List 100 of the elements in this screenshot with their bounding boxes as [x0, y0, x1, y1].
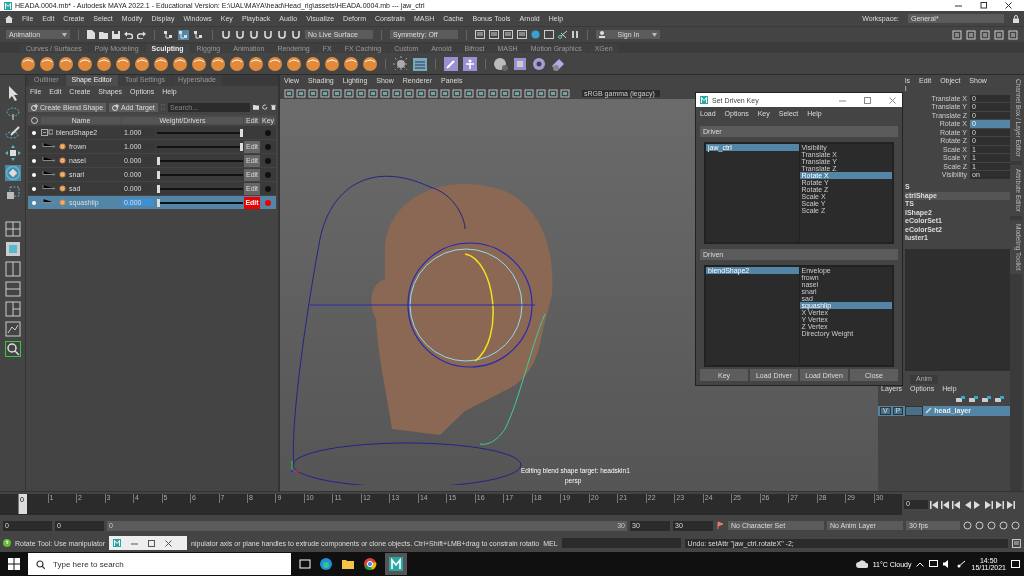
four-pane-icon[interactable] — [4, 221, 21, 237]
maya-logo-icon[interactable] — [385, 553, 407, 575]
weight-slider[interactable] — [157, 173, 243, 176]
save-icon[interactable] — [112, 30, 120, 39]
key-dot[interactable] — [265, 171, 271, 178]
slider-handle[interactable] — [240, 142, 243, 151]
step-back-key-icon[interactable] — [941, 500, 949, 509]
color-swatch[interactable] — [905, 405, 924, 416]
auto-key-icon[interactable] — [716, 521, 725, 530]
task-view-icon[interactable] — [299, 558, 311, 570]
folder-icon[interactable] — [99, 30, 108, 39]
paint-brush-icon[interactable] — [4, 125, 21, 141]
select-component-icon[interactable] — [193, 29, 204, 40]
browser-icon[interactable] — [319, 557, 333, 571]
minimize-icon[interactable] — [955, 2, 962, 9]
chrome-icon[interactable] — [363, 557, 377, 571]
spark-icon[interactable] — [393, 55, 409, 72]
sculpt-brush-icon[interactable] — [134, 55, 150, 72]
go-to-end-icon[interactable] — [1007, 500, 1015, 509]
pencil-icon[interactable] — [925, 407, 933, 414]
sculpt-brush-icon[interactable] — [58, 55, 74, 72]
weight-slider[interactable] — [157, 145, 243, 148]
layer-action-icon[interactable] — [982, 396, 991, 403]
weight-slider[interactable] — [157, 201, 243, 204]
undo-icon[interactable] — [124, 30, 133, 39]
step-forward-key-icon[interactable] — [996, 500, 1004, 509]
taskbar-search-field[interactable]: Type here to search — [28, 553, 291, 575]
layer-action-icon[interactable] — [969, 396, 978, 403]
scissors-icon[interactable] — [558, 30, 567, 39]
folder-icon[interactable] — [341, 557, 355, 571]
sculpt-brush-icon[interactable] — [172, 55, 188, 72]
key-dot[interactable] — [265, 185, 271, 192]
three-pane-icon[interactable] — [4, 301, 21, 317]
sculpt-brush-icon[interactable] — [267, 55, 283, 72]
visibility-dot[interactable] — [32, 130, 36, 135]
render-icon[interactable] — [475, 30, 485, 39]
weight-slider[interactable] — [157, 159, 243, 162]
key-dot[interactable] — [265, 157, 271, 164]
key-dot[interactable] — [265, 129, 271, 136]
sculpt-brush-icon[interactable] — [248, 55, 264, 72]
slider-handle[interactable] — [240, 128, 243, 137]
new-file-icon[interactable] — [87, 30, 95, 39]
pen-window-icon[interactable] — [443, 55, 459, 72]
visibility-dot[interactable] — [32, 144, 36, 149]
play-forward-icon[interactable] — [974, 500, 982, 509]
help-icon[interactable] — [3, 539, 11, 547]
weight-slider[interactable] — [157, 131, 243, 134]
sculpt-brush-icon[interactable] — [362, 55, 378, 72]
slider-handle[interactable] — [157, 170, 160, 179]
visibility-dot[interactable] — [32, 172, 36, 177]
sculpt-brush-icon[interactable] — [343, 55, 359, 72]
slider-handle[interactable] — [157, 156, 160, 165]
maximize-icon[interactable] — [148, 539, 156, 547]
render-icon[interactable] — [489, 30, 499, 39]
go-to-start-icon[interactable] — [930, 500, 938, 509]
render-icon[interactable] — [544, 30, 554, 39]
select-hierarchy-icon[interactable] — [163, 29, 174, 40]
graph-pane-icon[interactable] — [4, 321, 21, 337]
monitor-icon[interactable] — [929, 560, 939, 568]
visibility-dot[interactable] — [32, 186, 36, 191]
play-backward-icon[interactable] — [963, 500, 971, 509]
sculpt-brush-icon[interactable] — [229, 55, 245, 72]
sculpt-brush-icon[interactable] — [115, 55, 131, 72]
folder-add-icon[interactable] — [253, 103, 260, 111]
slider-handle[interactable] — [157, 184, 160, 193]
calendar-icon[interactable] — [412, 55, 428, 72]
sculpt-brush-icon[interactable] — [20, 55, 36, 72]
render-icon[interactable] — [517, 30, 527, 39]
pause-icon[interactable] — [571, 30, 579, 39]
sculpt-brush-icon[interactable] — [153, 55, 169, 72]
script-editor-icon[interactable] — [1012, 538, 1021, 548]
tree-collapse-icon[interactable] — [41, 129, 53, 136]
maya-logo-icon[interactable] — [113, 539, 122, 547]
sculpt-brush-icon[interactable] — [305, 55, 321, 72]
render-icon[interactable] — [503, 30, 513, 39]
close-icon[interactable] — [1005, 2, 1012, 9]
step-back-icon[interactable] — [952, 500, 960, 509]
redo-icon[interactable] — [137, 30, 146, 39]
trash-icon[interactable] — [271, 103, 276, 111]
two-pane-icon[interactable] — [4, 261, 21, 277]
weight-slider[interactable] — [157, 187, 243, 190]
lasso-icon[interactable] — [4, 105, 21, 121]
key-dot[interactable] — [265, 199, 271, 206]
two-pane-icon[interactable] — [4, 281, 21, 297]
maximize-icon[interactable] — [980, 2, 987, 9]
visibility-dot[interactable] — [32, 200, 36, 205]
command-field[interactable] — [561, 538, 681, 548]
dashed-square-icon[interactable] — [4, 185, 21, 201]
notification-icon[interactable] — [1011, 559, 1020, 569]
sculpt-brush-icon[interactable] — [39, 55, 55, 72]
close-icon[interactable] — [165, 539, 173, 547]
select-object-icon[interactable] — [178, 29, 189, 40]
search-icon[interactable] — [4, 341, 21, 357]
home-icon[interactable] — [5, 14, 13, 23]
layer-action-icon[interactable] — [956, 396, 965, 403]
cube-icon[interactable] — [512, 55, 528, 72]
sphere-icon[interactable] — [531, 30, 540, 39]
layer-action-icon[interactable] — [995, 396, 1004, 403]
sculpt-brush-icon[interactable] — [286, 55, 302, 72]
slider-handle[interactable] — [157, 198, 160, 207]
